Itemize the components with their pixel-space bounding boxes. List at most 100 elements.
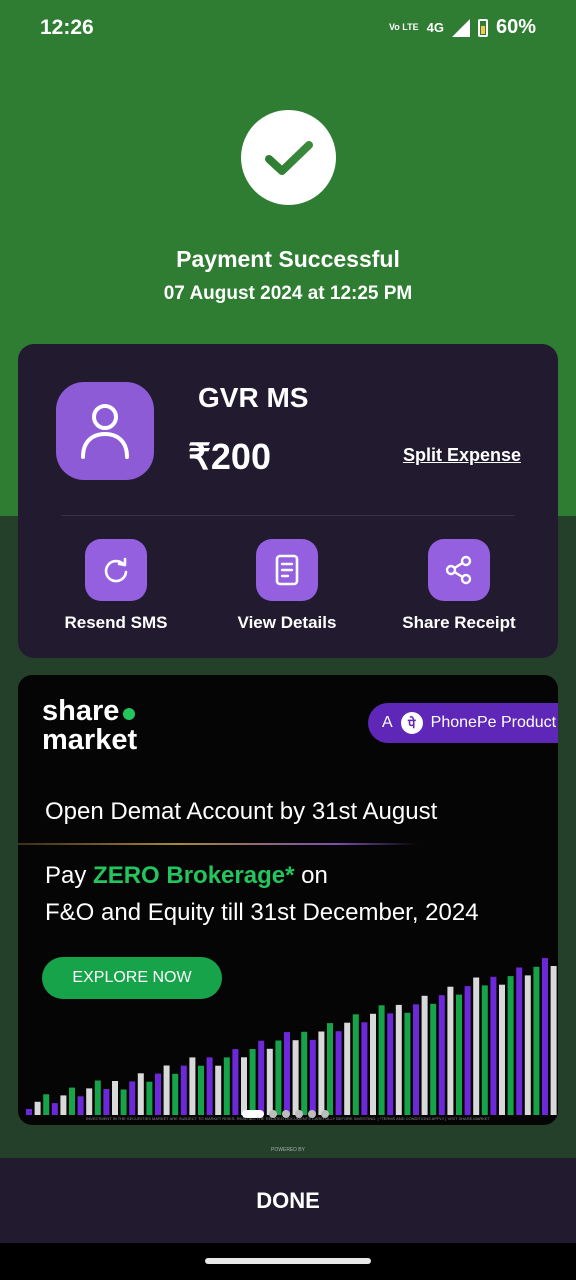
decorative-bar	[456, 994, 462, 1115]
sub-pre: Pay	[45, 862, 94, 889]
share-market-ad-banner[interactable]: share market A पे PhonePe Product Open D…	[18, 675, 558, 1125]
decorative-bar	[352, 1014, 359, 1115]
decorative-bar	[404, 1012, 411, 1115]
resend-sms-button[interactable]: Resend SMS	[41, 539, 191, 633]
view-details-button[interactable]: View Details	[212, 539, 362, 633]
share-receipt-label: Share Receipt	[402, 613, 516, 632]
decorative-bar	[533, 966, 540, 1115]
decorative-bar	[249, 1049, 256, 1115]
payment-datetime: 07 August 2024 at 12:25 PM	[163, 283, 413, 304]
decorative-bar	[60, 1095, 67, 1115]
decorative-bar	[499, 984, 505, 1115]
decorative-bar	[26, 1109, 32, 1115]
decorative-bar	[430, 1003, 437, 1115]
split-expense-link[interactable]: Split Expense	[403, 445, 521, 466]
decorative-bar	[378, 1005, 385, 1115]
payee-name: GVR MS	[198, 382, 309, 413]
banner-headline: Open Demat Account by 31st August	[45, 798, 438, 825]
phonepe-logo-icon: पे	[400, 712, 423, 734]
network-type: 4G	[426, 20, 444, 35]
share-receipt-button[interactable]: Share Receipt	[384, 539, 534, 633]
decorative-bar	[284, 1032, 290, 1115]
decorative-bar	[387, 1013, 394, 1115]
payee-avatar	[56, 382, 154, 480]
decorative-bar	[155, 1073, 161, 1115]
navigation-bar	[0, 1243, 576, 1280]
share-receipt-icon-button[interactable]	[428, 539, 490, 601]
badge-prefix: A	[382, 714, 393, 731]
view-details-label: View Details	[237, 613, 337, 632]
decorative-bar	[120, 1089, 127, 1115]
resend-sms-label: Resend SMS	[64, 613, 168, 632]
success-badge	[241, 110, 336, 205]
brand-line-1: share	[42, 695, 120, 727]
banner-subline-2: F&O and Equity till 31st December, 2024	[45, 899, 479, 926]
decorative-bar	[198, 1065, 204, 1115]
decorative-bar	[275, 1040, 282, 1115]
banner-divider	[18, 843, 418, 845]
home-indicator[interactable]	[205, 1258, 371, 1264]
sub-post: on	[294, 862, 328, 889]
decorative-bar	[327, 1023, 333, 1115]
refresh-icon	[104, 557, 128, 583]
decorative-bar	[146, 1081, 153, 1115]
decorative-bar	[232, 1049, 239, 1115]
done-button[interactable]: DONE	[0, 1158, 576, 1243]
decorative-bar	[438, 995, 445, 1115]
decorative-bar	[490, 976, 497, 1115]
decorative-bar	[481, 985, 488, 1115]
powered-by-label: POWERED BY	[271, 1147, 305, 1153]
resend-sms-icon-button[interactable]	[85, 539, 147, 601]
user-icon	[81, 404, 129, 459]
document-icon	[275, 554, 299, 586]
decorative-bar	[542, 958, 548, 1115]
decorative-bar	[51, 1103, 58, 1115]
decorative-bar	[344, 1022, 351, 1115]
brand-line-2: market	[42, 724, 138, 756]
decorative-bar	[163, 1065, 170, 1115]
decorative-bar	[524, 975, 531, 1115]
signal-icon	[451, 18, 470, 37]
explore-now-button[interactable]: EXPLORE NOW	[42, 957, 222, 999]
decorative-bar	[335, 1031, 342, 1115]
decorative-bar	[129, 1081, 136, 1115]
view-details-icon-button[interactable]	[256, 539, 318, 601]
status-time: 12:26	[40, 16, 94, 39]
decorative-bar	[507, 976, 514, 1115]
decorative-bar	[550, 966, 557, 1115]
payment-status-title: Payment Successful	[176, 246, 400, 272]
share-icon	[445, 555, 472, 585]
decorative-bar	[464, 986, 471, 1115]
volte-icon: Vo LTE	[388, 22, 419, 32]
banner-disclaimer: INVESTMENT IN THE SECURITIES MARKET ARE …	[85, 1116, 491, 1121]
brand-dot	[123, 708, 136, 720]
decorative-bar	[103, 1089, 110, 1115]
phonepe-product-badge: A पे PhonePe Product	[368, 703, 558, 743]
decorative-bar	[301, 1031, 308, 1115]
decorative-bar	[69, 1087, 75, 1115]
decorative-bar	[215, 1065, 222, 1115]
decorative-bar	[292, 1040, 299, 1115]
decorative-bar	[258, 1040, 265, 1115]
decorative-bar	[370, 1013, 376, 1115]
banner-subline-1: Pay ZERO Brokerage* on	[45, 862, 328, 890]
share-market-logo: share market	[42, 697, 137, 755]
payment-amount: ₹200	[188, 436, 271, 477]
decorative-bar	[94, 1080, 101, 1115]
decorative-bar	[34, 1101, 41, 1115]
status-bar: 12:26 Vo LTE 4G 60%	[0, 0, 576, 56]
decorative-bar	[77, 1096, 84, 1115]
zero-brokerage-highlight: ZERO Brokerage*	[93, 862, 295, 889]
status-indicators: Vo LTE 4G 60%	[389, 16, 536, 39]
badge-text: PhonePe Product	[430, 714, 557, 731]
decorative-bar	[516, 967, 523, 1115]
decorative-bar	[266, 1048, 273, 1115]
decorative-bar	[421, 995, 428, 1115]
decorative-bar	[413, 1004, 419, 1115]
decorative-bar	[241, 1057, 247, 1115]
decorative-bar	[309, 1039, 316, 1115]
battery-icon	[477, 18, 488, 37]
decorative-bar	[318, 1031, 325, 1115]
decorative-bar	[473, 977, 480, 1115]
decorative-bar	[172, 1073, 179, 1115]
